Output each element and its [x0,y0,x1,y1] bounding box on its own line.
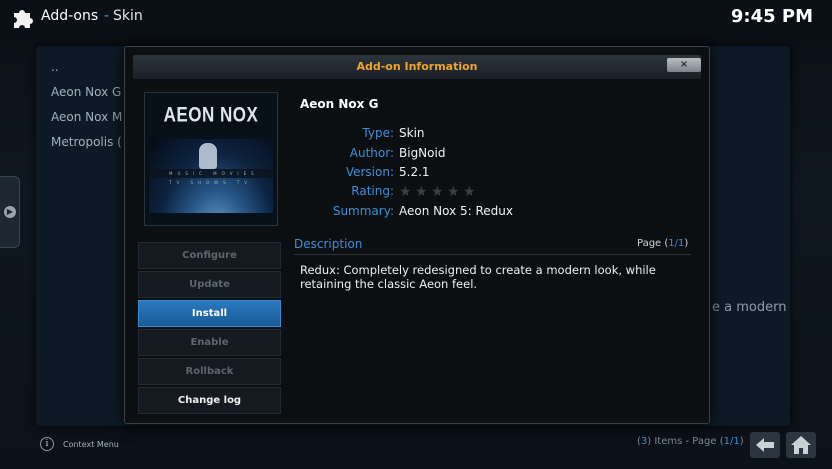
home-icon [791,436,811,454]
type-row: Type: Skin [300,126,600,144]
type-value: Skin [399,126,425,140]
summary-row: Summary: Aeon Nox 5: Redux [300,204,600,222]
back-button[interactable] [750,432,780,458]
side-menu-tab[interactable]: ▶ [0,176,20,248]
thumbnail-art: MUSIC MOVIES TV SHOWS TV [149,139,273,213]
version-row: Version: 5.2.1 [300,165,600,183]
action-buttons: Configure Update Install Enable Rollback… [138,242,281,416]
home-button[interactable] [786,432,816,458]
description-text[interactable]: Redux: Completely redesigned to create a… [300,263,690,291]
update-button[interactable]: Update [138,271,281,298]
star-icon: ★ [463,184,476,200]
back-arrow-icon [756,438,774,452]
install-button[interactable]: Install [138,300,281,327]
addon-list: .. Aeon Nox G Aeon Nox M Metropolis ( [51,60,122,160]
star-icon: ★ [447,184,460,200]
list-description-fragment: e a modern [712,300,787,315]
version-label: Version: [345,165,394,179]
puzzle-icon [14,10,33,28]
star-icon: ★ [399,184,412,200]
clock: 9:45 PM [730,6,813,27]
star-icon: ★ [431,184,444,200]
addon-info-dialog: Add-on Information × AEON NOX MUSIC MOVI… [124,46,710,424]
rating-row: Rating: ★ ★ ★ ★ ★ [300,184,600,202]
header-separator: - [104,8,110,24]
type-label: Type: [362,126,394,140]
summary-value: Aeon Nox 5: Redux [399,204,514,218]
thumbnail-menu-strip: MUSIC MOVIES TV SHOWS TV [149,169,273,185]
author-row: Author: BigNoid [300,146,600,164]
dialog-header: Add-on Information × [133,55,701,79]
author-label: Author: [349,146,394,160]
list-item[interactable]: Aeon Nox M [51,110,122,135]
list-item[interactable]: .. [51,60,122,85]
addon-thumbnail: AEON NOX MUSIC MOVIES TV SHOWS TV [144,92,278,226]
rating-stars: ★ ★ ★ ★ ★ [399,185,479,199]
header-title: Add-ons [41,8,99,24]
top-bar: Add-ons - Skin 9:45 PM [0,0,832,36]
summary-label: Summary: [332,204,394,218]
version-value: 5.2.1 [399,165,430,179]
changelog-button[interactable]: Change log [138,387,281,414]
list-item[interactable]: Metropolis ( [51,135,122,160]
rollback-button[interactable]: Rollback [138,358,281,385]
description-label: Description [294,237,363,251]
description-divider [294,254,691,255]
header-subtitle: Skin [113,8,143,24]
enable-button[interactable]: Enable [138,329,281,356]
star-icon: ★ [415,184,428,200]
thumbnail-logo: AEON NOX [163,102,259,127]
configure-button[interactable]: Configure [138,242,281,269]
dialog-title: Add-on Information [356,60,478,73]
list-item[interactable]: Aeon Nox G [51,85,122,110]
author-value: BigNoid [399,146,446,160]
description-page-indicator: Page (1/1) [637,238,689,249]
astronaut-figure [199,143,217,169]
addon-name: Aeon Nox G [300,97,379,111]
close-icon: × [679,59,689,70]
context-menu-label[interactable]: Context Menu [63,440,119,449]
info-icon[interactable]: i [40,437,54,451]
items-count: (3) Items - Page (1/1) [637,436,744,447]
close-button[interactable]: × [667,58,701,72]
side-menu-icon: ▶ [4,206,16,218]
rating-label: Rating: [351,184,394,198]
